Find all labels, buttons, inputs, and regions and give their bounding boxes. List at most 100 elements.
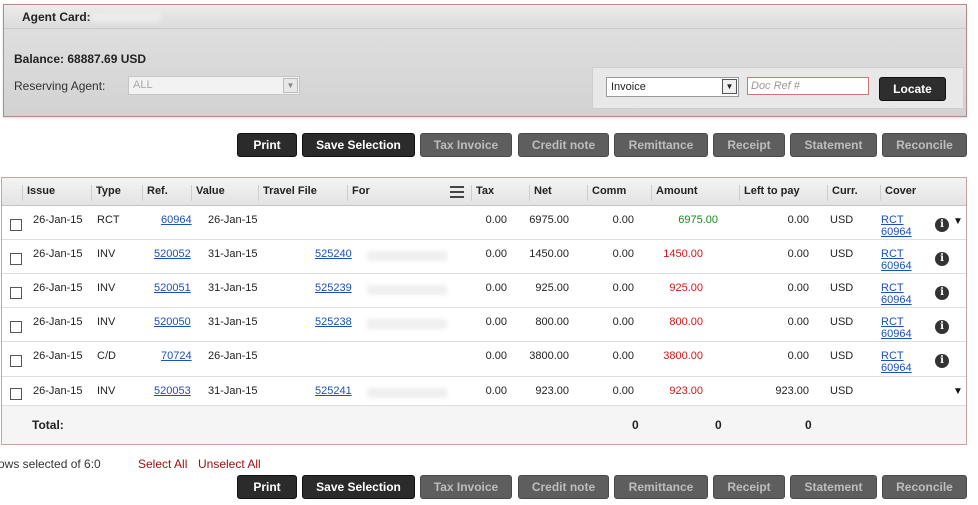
info-icon[interactable]: i bbox=[935, 354, 949, 368]
statement-button[interactable]: Statement bbox=[790, 475, 877, 499]
cell-issue: 26-Jan-15 bbox=[33, 350, 83, 362]
row-checkbox[interactable] bbox=[10, 355, 22, 367]
col-type[interactable]: Type bbox=[91, 185, 121, 201]
cell-ref-link[interactable]: 520053 bbox=[154, 385, 191, 397]
info-icon[interactable]: i bbox=[935, 252, 949, 266]
cell-ref-link[interactable]: 60964 bbox=[161, 214, 192, 226]
table-row[interactable]: 26-Jan-15 RCT 60964 26-Jan-15 0.00 6975.… bbox=[2, 206, 966, 240]
cell-value: 31-Jan-15 bbox=[208, 282, 258, 294]
row-checkbox[interactable] bbox=[10, 321, 22, 333]
cell-currency: USD bbox=[830, 248, 854, 260]
col-cover[interactable]: Cover bbox=[880, 185, 916, 201]
selection-status: rows selected of 6:0 bbox=[0, 457, 101, 471]
table-row[interactable]: 26-Jan-15 INV 520050 31-Jan-15 525238 0.… bbox=[2, 308, 966, 342]
print-button[interactable]: Print bbox=[237, 475, 297, 499]
table-row[interactable]: 26-Jan-15 INV 520053 31-Jan-15 525241 0.… bbox=[2, 377, 966, 406]
cover-type: RCT bbox=[881, 282, 904, 294]
cell-net: 1450.00 bbox=[529, 248, 569, 260]
cell-type: RCT bbox=[97, 214, 120, 226]
cell-travel-file-link[interactable]: 525239 bbox=[315, 282, 352, 294]
col-left-to-pay[interactable]: Left to pay bbox=[739, 185, 800, 201]
col-tax[interactable]: Tax bbox=[471, 185, 494, 201]
col-ref[interactable]: Ref. bbox=[142, 185, 168, 201]
locate-button[interactable]: Locate bbox=[879, 77, 946, 101]
cover-type: RCT bbox=[881, 248, 904, 260]
info-icon[interactable]: i bbox=[935, 286, 949, 300]
cover-ref: 60964 bbox=[881, 294, 912, 306]
row-checkbox[interactable] bbox=[10, 219, 22, 231]
cover-link[interactable]: RCT 60964 bbox=[881, 214, 912, 238]
reconcile-button[interactable]: Reconcile bbox=[882, 133, 967, 157]
cell-ref-link[interactable]: 520051 bbox=[154, 282, 191, 294]
expand-caret-icon[interactable]: ▼ bbox=[953, 216, 963, 227]
cell-value: 31-Jan-15 bbox=[208, 316, 258, 328]
col-for[interactable]: For bbox=[347, 185, 370, 201]
expand-caret-icon[interactable]: ▼ bbox=[953, 386, 963, 397]
save-selection-button[interactable]: Save Selection bbox=[302, 475, 415, 499]
tax-invoice-button[interactable]: Tax Invoice bbox=[420, 133, 512, 157]
cell-ref-link[interactable]: 520050 bbox=[154, 316, 191, 328]
agent-card-value-redacted bbox=[91, 12, 161, 22]
cell-currency: USD bbox=[830, 316, 854, 328]
cover-link[interactable]: RCT 60964 bbox=[881, 248, 912, 272]
chevron-down-icon: ▼ bbox=[722, 79, 737, 94]
col-comm[interactable]: Comm bbox=[587, 185, 626, 201]
cover-link[interactable]: RCT 60964 bbox=[881, 282, 912, 306]
cell-currency: USD bbox=[830, 282, 854, 294]
col-net[interactable]: Net bbox=[529, 185, 552, 201]
cell-comm: 0.00 bbox=[612, 316, 634, 328]
col-value[interactable]: Value bbox=[191, 185, 225, 201]
cell-tax: 0.00 bbox=[485, 350, 507, 362]
remittance-button[interactable]: Remittance bbox=[614, 475, 708, 499]
col-issue[interactable]: Issue bbox=[22, 185, 55, 201]
reconcile-button[interactable]: Reconcile bbox=[882, 475, 967, 499]
column-menu-icon[interactable] bbox=[450, 186, 464, 201]
row-checkbox[interactable] bbox=[10, 253, 22, 265]
cover-link[interactable]: RCT 60964 bbox=[881, 316, 912, 340]
info-icon[interactable]: i bbox=[935, 320, 949, 334]
doc-ref-input[interactable] bbox=[747, 77, 869, 95]
document-type-value: Invoice bbox=[611, 81, 646, 93]
cell-comm: 0.00 bbox=[612, 282, 634, 294]
transactions-table: Issue Type Ref. Value Travel File For Ta… bbox=[1, 177, 967, 445]
credit-note-button[interactable]: Credit note bbox=[518, 475, 609, 499]
cell-travel-file-link[interactable]: 525241 bbox=[315, 385, 352, 397]
info-icon[interactable]: i bbox=[935, 218, 949, 232]
col-travel-file[interactable]: Travel File bbox=[258, 185, 317, 201]
col-amount[interactable]: Amount bbox=[651, 185, 698, 201]
cell-currency: USD bbox=[830, 214, 854, 226]
table-row[interactable]: 26-Jan-15 C/D 70724 26-Jan-15 0.00 3800.… bbox=[2, 342, 966, 377]
cover-type: RCT bbox=[881, 316, 904, 328]
cell-amount: 800.00 bbox=[669, 316, 703, 328]
row-checkbox[interactable] bbox=[10, 287, 22, 299]
print-button[interactable]: Print bbox=[237, 133, 297, 157]
chevron-down-icon: ▼ bbox=[283, 78, 298, 93]
cell-left-to-pay: 0.00 bbox=[787, 248, 809, 260]
select-all-link[interactable]: Select All bbox=[138, 457, 187, 471]
cell-value: 31-Jan-15 bbox=[208, 248, 258, 260]
total-amount: 0 bbox=[715, 418, 722, 432]
col-currency[interactable]: Curr. bbox=[827, 185, 858, 201]
agent-card-label: Agent Card: bbox=[22, 10, 91, 24]
receipt-button[interactable]: Receipt bbox=[713, 475, 785, 499]
cell-type: INV bbox=[97, 248, 116, 260]
receipt-button[interactable]: Receipt bbox=[713, 133, 785, 157]
document-type-select[interactable]: Invoice ▼ bbox=[606, 77, 739, 97]
unselect-all-link[interactable]: Unselect All bbox=[198, 457, 261, 471]
cell-travel-file-link[interactable]: 525238 bbox=[315, 316, 352, 328]
cell-travel-file-link[interactable]: 525240 bbox=[315, 248, 352, 260]
cover-link[interactable]: RCT 60964 bbox=[881, 350, 912, 374]
remittance-button[interactable]: Remittance bbox=[614, 133, 708, 157]
statement-button[interactable]: Statement bbox=[790, 133, 877, 157]
row-checkbox[interactable] bbox=[10, 388, 22, 400]
table-row[interactable]: 26-Jan-15 INV 520052 31-Jan-15 525240 0.… bbox=[2, 240, 966, 274]
reserving-agent-select[interactable]: ALL ▼ bbox=[128, 76, 300, 95]
cell-ref-link[interactable]: 520052 bbox=[154, 248, 191, 260]
cover-ref: 60964 bbox=[881, 328, 912, 340]
table-row[interactable]: 26-Jan-15 INV 520051 31-Jan-15 525239 0.… bbox=[2, 274, 966, 308]
save-selection-button[interactable]: Save Selection bbox=[302, 133, 415, 157]
credit-note-button[interactable]: Credit note bbox=[518, 133, 609, 157]
cell-ref-link[interactable]: 70724 bbox=[161, 350, 192, 362]
tax-invoice-button[interactable]: Tax Invoice bbox=[420, 475, 512, 499]
cell-left-to-pay: 0.00 bbox=[787, 282, 809, 294]
